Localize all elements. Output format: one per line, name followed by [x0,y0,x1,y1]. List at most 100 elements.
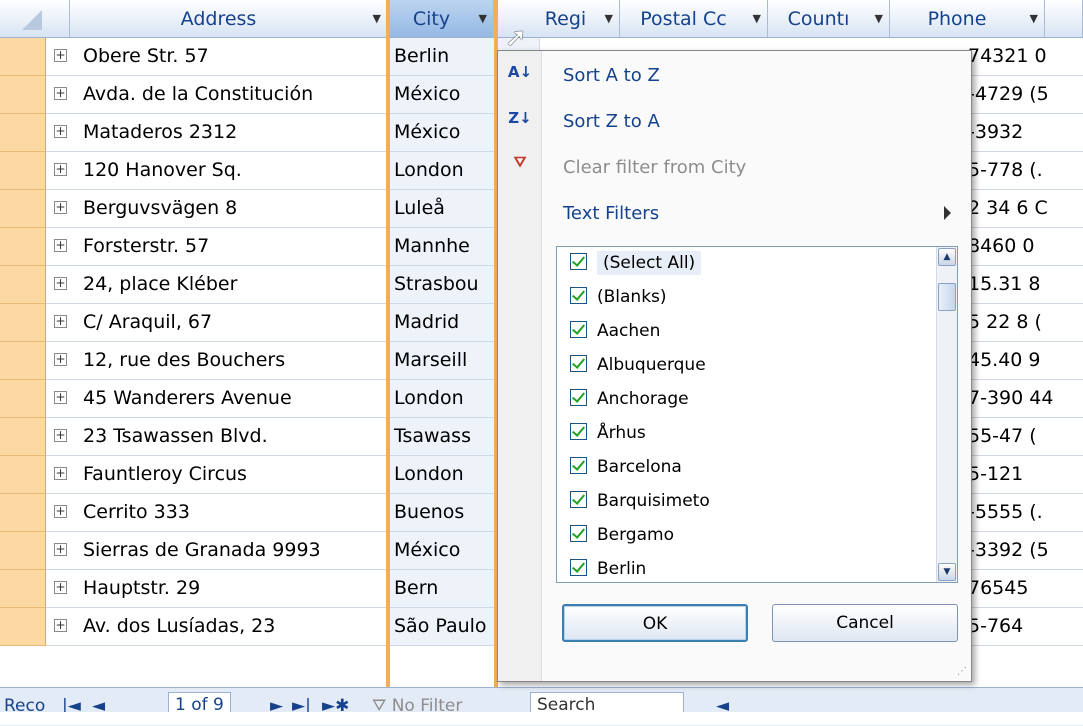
column-header-phone[interactable]: Phone ▼ [890,0,1045,38]
checkbox-checked-icon[interactable] [570,490,587,508]
address-cell[interactable]: Obere Str. 57 [76,38,433,75]
column-header-city[interactable]: City ▼ [390,0,494,38]
row-selector[interactable] [0,76,46,114]
address-cell[interactable]: Forsterstr. 57 [76,228,433,265]
checkbox-checked-icon[interactable] [570,286,587,304]
expand-icon[interactable]: + [54,429,67,442]
row-selector[interactable] [0,570,46,608]
address-cell[interactable]: Fauntleroy Circus [76,456,433,493]
phone-cell[interactable]: 5-778 (. [968,152,1083,189]
row-selector[interactable] [0,608,46,646]
column-header-country[interactable]: Countı ▼ [768,0,890,38]
address-cell[interactable]: Berguvsvägen 8 [76,190,433,227]
list-item[interactable]: (Select All) [570,249,702,283]
column-header-address[interactable]: Address ▼ [70,0,388,38]
list-scrollbar[interactable]: ▲ ▼ [936,247,957,582]
expand-icon[interactable]: + [54,581,67,594]
scroll-thumb[interactable] [938,283,956,311]
row-selector[interactable] [0,190,46,228]
checkbox-checked-icon[interactable] [570,354,587,372]
phone-cell[interactable]: 74321 0 [968,38,1083,75]
column-header-postal[interactable]: Postal Cc ▼ [620,0,768,38]
list-item[interactable]: Århus [570,419,646,453]
ok-button[interactable]: OK [562,604,748,642]
address-cell[interactable]: 23 Tsawassen Blvd. [76,418,433,455]
expand-icon[interactable]: + [54,505,67,518]
checkbox-checked-icon[interactable] [570,524,587,542]
phone-cell[interactable]: 76545 [968,570,1083,607]
expand-icon[interactable]: + [54,391,67,404]
cancel-button[interactable]: Cancel [772,604,958,642]
address-cell[interactable]: 120 Hanover Sq. [76,152,433,189]
select-all-corner[interactable] [0,0,70,38]
row-selector[interactable] [0,114,46,152]
address-cell[interactable]: 45 Wanderers Avenue [76,380,433,417]
checkbox-checked-icon[interactable] [570,456,587,474]
scroll-up-icon[interactable]: ▲ [938,248,956,266]
phone-cell[interactable]: 15.31 8 [968,266,1083,303]
sort-a-to-z[interactable]: Sort A to Z [563,65,660,86]
phone-cell[interactable]: -5555 (. [968,494,1083,531]
text-filters[interactable]: Text Filters [563,203,659,224]
address-cell[interactable]: Av. dos Lusíadas, 23 [76,608,433,645]
phone-cell[interactable]: 45.40 9 [968,342,1083,379]
address-cell[interactable]: Cerrito 333 [76,494,433,531]
address-cell[interactable]: Mataderos 2312 [76,114,433,151]
expand-icon[interactable]: + [54,353,67,366]
checkbox-checked-icon[interactable] [570,320,587,338]
expand-icon[interactable]: + [54,201,67,214]
row-selector[interactable] [0,380,46,418]
expand-icon[interactable]: + [54,315,67,328]
list-item[interactable]: Aachen [570,317,660,351]
phone-cell[interactable]: 2 34 6 C [968,190,1083,227]
checkbox-checked-icon[interactable] [570,252,587,270]
expand-icon[interactable]: + [54,277,67,290]
row-selector[interactable] [0,418,46,456]
dropdown-arrow-icon[interactable]: ▼ [605,0,613,37]
expand-icon[interactable]: + [54,543,67,556]
row-selector[interactable] [0,266,46,304]
row-selector[interactable] [0,342,46,380]
address-cell[interactable]: Sierras de Granada 9993 [76,532,433,569]
dropdown-arrow-icon[interactable]: ▼ [479,0,487,37]
resize-grip-icon[interactable]: ⋰ [957,666,967,677]
dropdown-arrow-icon[interactable]: ▼ [875,0,883,37]
row-selector[interactable] [0,38,46,76]
column-header-next[interactable] [1045,0,1083,38]
row-selector[interactable] [0,228,46,266]
phone-cell[interactable]: 5 22 8 ( [968,304,1083,341]
address-cell[interactable]: Avda. de la Constitución [76,76,433,113]
dropdown-arrow-icon[interactable]: ▼ [373,0,381,37]
row-selector[interactable] [0,494,46,532]
expand-icon[interactable]: + [54,467,67,480]
city-value-list[interactable]: (Select All) (Blanks) Aachen Albuquerque Anc… [556,246,958,583]
address-cell[interactable]: 24, place Kléber [76,266,433,303]
list-item[interactable]: (Blanks) [570,283,667,317]
checkbox-checked-icon[interactable] [570,422,587,440]
expand-icon[interactable]: + [54,163,67,176]
address-cell[interactable]: C/ Araquil, 67 [76,304,433,341]
expand-icon[interactable]: + [54,87,67,100]
expand-icon[interactable]: + [54,619,67,632]
row-selector[interactable] [0,304,46,342]
row-selector[interactable] [0,532,46,570]
row-selector[interactable] [0,456,46,494]
address-cell[interactable]: 12, rue des Bouchers [76,342,433,379]
phone-cell[interactable]: -3932 [968,114,1083,151]
phone-cell[interactable]: -4729 (5 [968,76,1083,113]
phone-cell[interactable]: 7-390 44 [968,380,1083,417]
list-item[interactable]: Berlin [570,555,646,582]
scroll-down-icon[interactable]: ▼ [938,563,956,581]
list-item[interactable]: Anchorage [570,385,689,419]
expand-icon[interactable]: + [54,125,67,138]
checkbox-checked-icon[interactable] [570,558,587,576]
address-cell[interactable]: Hauptstr. 29 [76,570,433,607]
row-selector[interactable] [0,152,46,190]
phone-cell[interactable]: 8460 0 [968,228,1083,265]
list-item[interactable]: Barcelona [570,453,682,487]
phone-cell[interactable]: 55-47 ( [968,418,1083,455]
list-item[interactable]: Barquisimeto [570,487,710,521]
checkbox-checked-icon[interactable] [570,388,587,406]
list-item[interactable]: Bergamo [570,521,674,555]
phone-cell[interactable]: 5-764 [968,608,1083,645]
